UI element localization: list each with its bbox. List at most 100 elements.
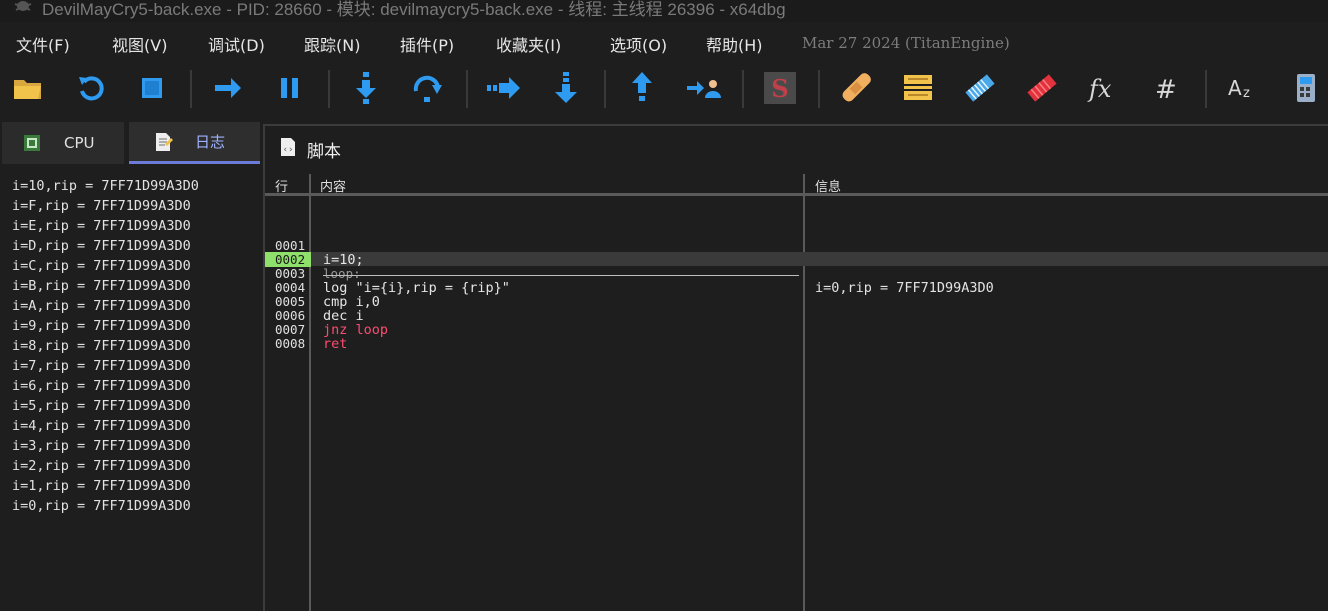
- patch-icon: [842, 73, 871, 102]
- run-button[interactable]: [210, 70, 246, 106]
- menu-trace[interactable]: 跟踪(N): [304, 32, 360, 56]
- functions-icon: fx: [1087, 75, 1112, 103]
- step-into-icon: [356, 72, 376, 104]
- labels-icon: [965, 74, 995, 102]
- functions-button[interactable]: fx: [1086, 70, 1122, 106]
- log-output[interactable]: i=10,rip = 7FF71D99A3D0 i=F,rip = 7FF71D…: [0, 166, 262, 611]
- svg-text:‹›: ‹›: [283, 145, 294, 155]
- pause-button[interactable]: [272, 70, 308, 106]
- trace-into-icon: [487, 77, 520, 99]
- line-number-current[interactable]: 0002: [265, 252, 311, 267]
- line-number[interactable]: 0001: [275, 238, 309, 253]
- log-line: i=2,rip = 7FF71D99A3D0: [12, 458, 191, 474]
- log-line: i=10,rip = 7FF71D99A3D0: [12, 178, 199, 194]
- menu-file[interactable]: 文件(F): [16, 32, 70, 56]
- script-return-line[interactable]: ret: [323, 336, 347, 352]
- main-tabs: CPU 日志: [0, 122, 262, 166]
- script-grid[interactable]: 行 内容 信息 0001 0002 0003 0004 0005 0006 00…: [265, 170, 1328, 611]
- log-line: i=B,rip = 7FF71D99A3D0: [12, 278, 191, 294]
- log-line: i=8,rip = 7FF71D99A3D0: [12, 338, 191, 354]
- line-number[interactable]: 0007: [275, 322, 309, 337]
- step-over-button[interactable]: [410, 70, 446, 106]
- svg-text:A: A: [1228, 76, 1242, 100]
- line-number[interactable]: 0003: [275, 266, 309, 281]
- step-into-button[interactable]: [348, 70, 384, 106]
- x64dbg-bug-icon: [14, 1, 32, 11]
- toolbar-separator: [742, 70, 744, 108]
- menu-help[interactable]: 帮助(H): [706, 32, 763, 56]
- toolbar: S fx # A z: [0, 62, 1328, 118]
- svg-text:S: S: [771, 74, 788, 103]
- log-line: i=F,rip = 7FF71D99A3D0: [12, 198, 191, 214]
- script-label-line[interactable]: loop:: [323, 266, 361, 281]
- header-divider: [265, 193, 1328, 196]
- build-date: Mar 27 2024 (TitanEngine): [802, 34, 1010, 52]
- menu-options[interactable]: 选项(O): [610, 32, 667, 56]
- log-line: i=3,rip = 7FF71D99A3D0: [12, 438, 191, 454]
- script-title: 脚本: [307, 142, 341, 162]
- patch-button[interactable]: [838, 70, 874, 106]
- log-document-icon: [156, 132, 173, 151]
- column-divider: [309, 174, 311, 611]
- script-window: ‹› 脚本 行 内容 信息 0001 0002 0003 0004 0005 0…: [263, 124, 1328, 611]
- toolbar-separator: [328, 70, 330, 108]
- bookmarks-button[interactable]: [1024, 70, 1060, 106]
- window-title: DevilMayCry5-back.exe - PID: 28660 - 模块:…: [42, 0, 786, 19]
- variables-button[interactable]: #: [1148, 70, 1184, 106]
- execute-till-return-button[interactable]: [624, 70, 660, 106]
- log-line: i=7,rip = 7FF71D99A3D0: [12, 358, 191, 374]
- tab-cpu-label: CPU: [64, 134, 95, 152]
- toolbar-separator: [1205, 70, 1207, 108]
- calculator-icon: [1297, 74, 1315, 102]
- scylla-button[interactable]: S: [762, 70, 798, 106]
- restart-icon: [79, 76, 104, 101]
- svg-text:z: z: [1243, 86, 1250, 101]
- tab-log[interactable]: 日志: [129, 122, 260, 164]
- comments-button[interactable]: [900, 70, 936, 106]
- tab-cpu[interactable]: CPU: [2, 122, 124, 164]
- script-document-icon: ‹›: [281, 138, 295, 156]
- log-line: i=9,rip = 7FF71D99A3D0: [12, 318, 191, 334]
- svg-text:#: #: [1155, 75, 1177, 103]
- variables-icon: #: [1155, 75, 1177, 103]
- bookmarks-icon: [1027, 74, 1057, 102]
- log-line: i=D,rip = 7FF71D99A3D0: [12, 238, 191, 254]
- run-icon: [215, 78, 241, 98]
- menu-view[interactable]: 视图(V): [112, 32, 167, 56]
- calculator-button[interactable]: [1290, 70, 1326, 106]
- log-line: i=6,rip = 7FF71D99A3D0: [12, 378, 191, 394]
- open-icon: [14, 80, 41, 99]
- svg-text:fx: fx: [1087, 75, 1112, 103]
- trace-into-button[interactable]: [486, 70, 522, 106]
- menu-bar: 文件(F) 视图(V) 调试(D) 跟踪(N) 插件(P) 收藏夹(I) 选项(…: [0, 22, 1328, 62]
- trace-over-button[interactable]: [548, 70, 584, 106]
- toolbar-separator: [604, 70, 606, 108]
- line-number[interactable]: 0004: [275, 280, 309, 295]
- step-over-icon: [413, 75, 442, 102]
- toolbar-separator: [818, 70, 820, 108]
- log-line: i=A,rip = 7FF71D99A3D0: [12, 298, 191, 314]
- toolbar-separator: [466, 70, 468, 108]
- label-underline: [323, 275, 799, 276]
- script-header: ‹› 脚本: [265, 126, 1328, 170]
- menu-favourites[interactable]: 收藏夹(I): [496, 32, 561, 56]
- column-divider: [803, 174, 805, 611]
- menu-plugins[interactable]: 插件(P): [400, 32, 454, 56]
- strings-button[interactable]: A z: [1225, 70, 1261, 106]
- log-line: i=4,rip = 7FF71D99A3D0: [12, 418, 191, 434]
- scylla-icon: S: [764, 72, 796, 104]
- open-button[interactable]: [10, 70, 46, 106]
- stop-button[interactable]: [134, 70, 170, 106]
- line-number[interactable]: 0005: [275, 294, 309, 309]
- restart-button[interactable]: [73, 70, 109, 106]
- line-number[interactable]: 0006: [275, 308, 309, 323]
- log-line: i=1,rip = 7FF71D99A3D0: [12, 478, 191, 494]
- menu-debug[interactable]: 调试(D): [208, 32, 265, 56]
- run-to-user-code-button[interactable]: [686, 70, 722, 106]
- strings-icon: A z: [1228, 76, 1250, 101]
- cpu-chip-icon: [24, 135, 40, 151]
- log-line: i=5,rip = 7FF71D99A3D0: [12, 398, 191, 414]
- labels-button[interactable]: [962, 70, 998, 106]
- line-number[interactable]: 0008: [275, 336, 309, 351]
- log-line: i=0,rip = 7FF71D99A3D0: [12, 498, 191, 514]
